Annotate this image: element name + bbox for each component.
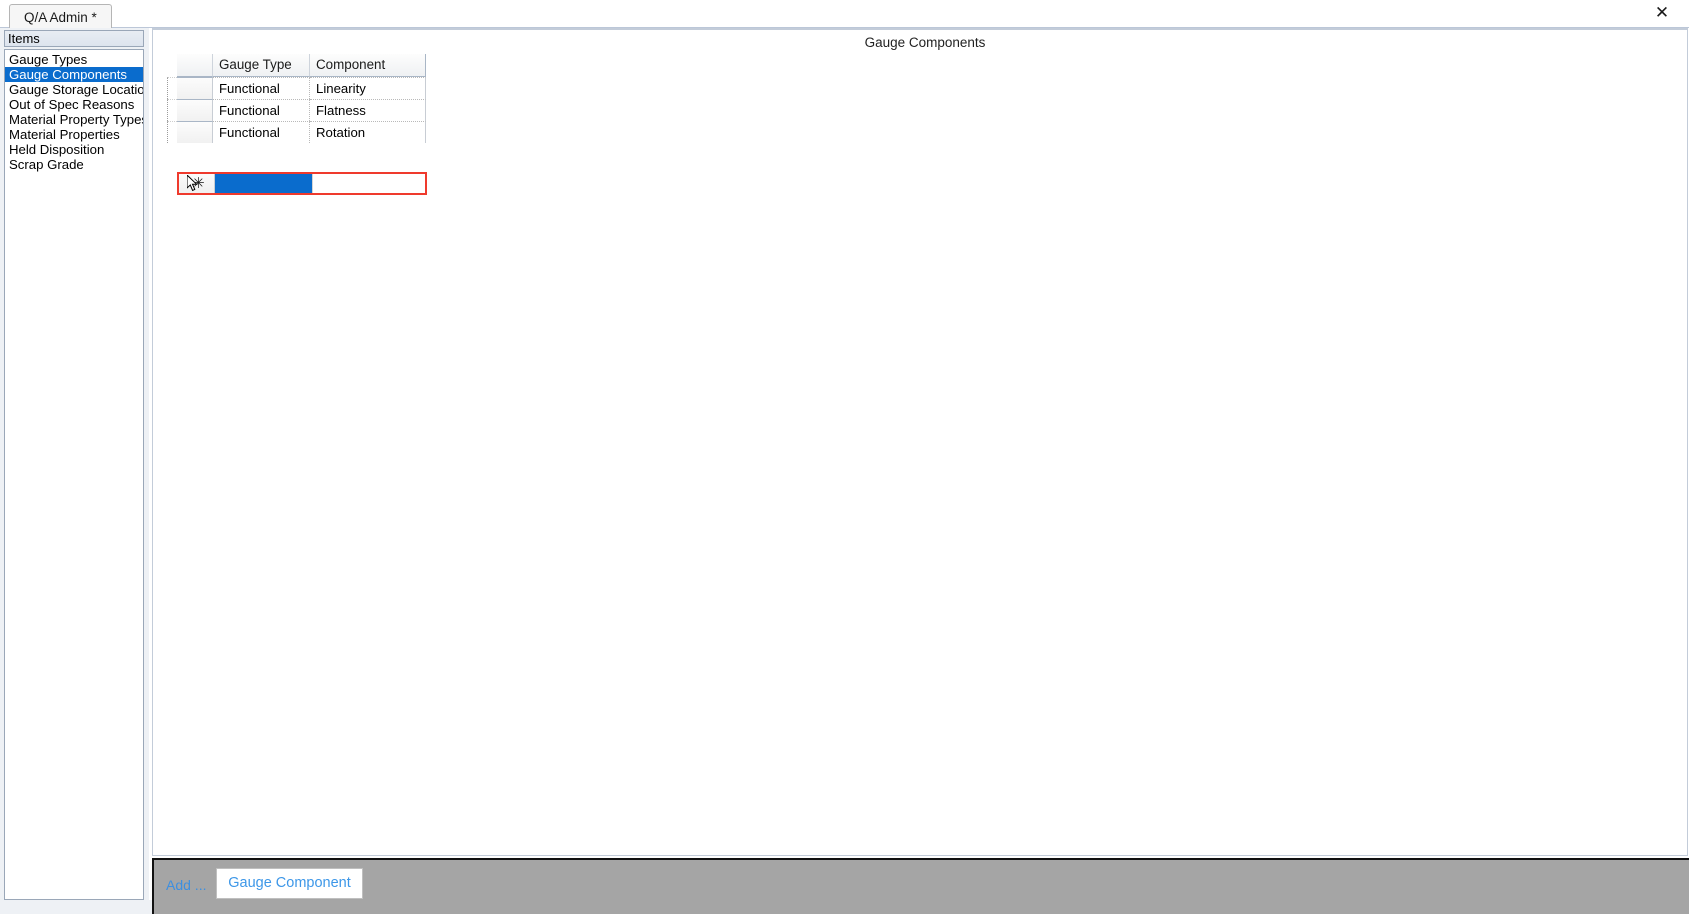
table-row[interactable]: Functional Rotation: [167, 121, 439, 143]
column-header-gauge-type[interactable]: Gauge Type: [213, 54, 310, 77]
row-margin-marker: [167, 77, 177, 99]
tab-strip: Q/A Admin * ✕: [0, 0, 1689, 28]
sidebar-item-material-properties[interactable]: Material Properties: [5, 127, 143, 142]
close-icon[interactable]: ✕: [1652, 3, 1672, 23]
cell-gauge-type[interactable]: Functional: [213, 121, 310, 143]
cell-component[interactable]: Rotation: [310, 121, 426, 143]
sidebar-item-material-property-types[interactable]: Material Property Types: [5, 112, 143, 127]
sidebar-item-list[interactable]: Gauge Types Gauge Components Gauge Stora…: [4, 49, 144, 900]
sidebar-item-held-disposition[interactable]: Held Disposition: [5, 142, 143, 157]
row-header-cell[interactable]: [177, 121, 213, 143]
new-row-cell-component[interactable]: [312, 174, 425, 193]
cell-gauge-type[interactable]: Functional: [213, 77, 310, 99]
add-gauge-component-button[interactable]: Gauge Component: [216, 868, 363, 899]
row-header-cell[interactable]: [177, 77, 213, 99]
row-margin-marker: [167, 99, 177, 121]
cell-component[interactable]: Flatness: [310, 99, 426, 121]
page-title: Gauge Components: [864, 35, 986, 50]
table-row[interactable]: Functional Linearity: [167, 77, 439, 99]
cell-component[interactable]: Linearity: [310, 77, 426, 99]
new-row-editor[interactable]: ✳: [177, 172, 427, 195]
sidebar-item-gauge-types[interactable]: Gauge Types: [5, 52, 143, 67]
table-row[interactable]: Functional Flatness: [167, 99, 439, 121]
add-label: Add ...: [166, 877, 207, 893]
sidebar-item-scrap-grade[interactable]: Scrap Grade: [5, 157, 143, 172]
sidebar-item-gauge-components[interactable]: Gauge Components: [5, 67, 143, 82]
sidebar-header-items: Items: [4, 30, 144, 47]
tab-qa-admin[interactable]: Q/A Admin *: [9, 4, 112, 28]
new-row-asterisk-icon: ✳: [192, 174, 205, 192]
sidebar-item-gauge-storage-locations[interactable]: Gauge Storage Locations: [5, 82, 143, 97]
bottom-toolbar: Add ... Gauge Component: [152, 858, 1689, 914]
grid-corner-header: [177, 54, 213, 77]
sidebar: Items Gauge Types Gauge Components Gauge…: [0, 28, 149, 914]
gauge-components-grid[interactable]: Gauge Type Component Functional Linearit…: [167, 54, 439, 195]
row-margin-marker: [167, 121, 177, 143]
main-content-panel: Gauge Components Gauge Type Component Fu…: [152, 28, 1688, 856]
new-row-header-cell[interactable]: ✳: [179, 174, 215, 193]
grid-header-row: Gauge Type Component: [177, 54, 439, 77]
row-header-cell[interactable]: [177, 99, 213, 121]
sidebar-footer-filler: [0, 900, 152, 914]
sidebar-item-out-of-spec-reasons[interactable]: Out of Spec Reasons: [5, 97, 143, 112]
cell-gauge-type[interactable]: Functional: [213, 99, 310, 121]
column-header-component[interactable]: Component: [310, 54, 426, 77]
new-row-cell-gauge-type[interactable]: [215, 174, 312, 193]
